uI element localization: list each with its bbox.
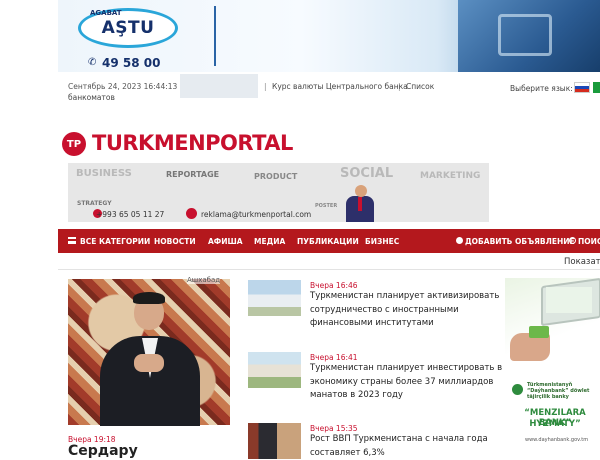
bank-side-ad[interactable]: Türkmenistanyň “Daýhanbank” döwlet täjir… [505, 278, 600, 450]
ad-email: reklama@turkmenportal.com [201, 210, 312, 219]
ad-word-business: BUSINESS [76, 168, 132, 179]
news-thumbnail[interactable] [248, 352, 301, 388]
russian-flag-icon[interactable] [574, 82, 590, 93]
bank-card-icon [529, 326, 549, 338]
separator: | [398, 82, 401, 91]
news-thumbnail[interactable] [248, 423, 301, 459]
news-title[interactable]: Туркменистан планирует активизировать со… [310, 290, 516, 331]
featured-title[interactable]: Сердару [68, 443, 138, 459]
ad-word-strategy: STRATEGY [77, 200, 112, 207]
banner-logo-small: AGABAT [90, 9, 122, 17]
ad-word-poster: POSTER [315, 203, 338, 209]
atm-list-link-cont[interactable]: банкоматов [68, 93, 115, 102]
featured-person-hands [134, 354, 164, 372]
ad-phone: +993 65 05 11 27 [96, 210, 165, 219]
news-time: Вчера 16:46 [310, 281, 358, 290]
news-thumbnail[interactable] [248, 280, 301, 316]
show-filter-button[interactable]: Показать [564, 257, 600, 267]
news-time: Вчера 16:41 [310, 353, 358, 362]
ad-man-head [355, 185, 367, 197]
phone-icon: ✆ [88, 57, 97, 68]
ad-word-product: PRODUCT [254, 172, 298, 181]
nav-media[interactable]: МЕДИА [254, 237, 285, 246]
banner-phone: 49 58 00 [102, 56, 161, 70]
nav-publications[interactable]: ПУБЛИКАЦИИ [297, 237, 359, 246]
top-banner-ad[interactable]: AŞTU AGABAT ✆ 49 58 00 [58, 0, 600, 72]
news-time: Вчера 15:35 [310, 424, 358, 433]
ad-word-reportage: REPORTAGE [166, 170, 220, 179]
ad-word-social: SOCIAL [340, 166, 394, 181]
plus-icon[interactable] [456, 237, 463, 244]
nav-search[interactable]: ПОИСК [578, 237, 600, 246]
site-logo[interactable]: TURKMENPORTAL [92, 131, 293, 155]
bank-slogan-2: HYZMATY” [529, 419, 581, 429]
bank-logo-icon [512, 384, 523, 395]
featured-location-tag[interactable]: Ашхабад [187, 276, 221, 284]
nav-add-listing[interactable]: ДОБАВИТЬ ОБЪЯВЛЕНИЕ [465, 237, 575, 246]
bank-name: Türkmenistanyň “Daýhanbank” döwlet täjir… [527, 382, 590, 400]
current-datetime: Сентябрь 24, 2023 16:44:13 [68, 82, 178, 91]
search-icon[interactable] [569, 237, 576, 244]
laptop-screen [546, 287, 592, 313]
nav-afisha[interactable]: АФИША [208, 237, 243, 246]
ad-word-marketing: MARKETING [420, 171, 481, 181]
weather-widget-placeholder [180, 74, 258, 98]
main-navigation: ВСЕ КАТЕГОРИИ НОВОСТИ АФИША МЕДИА ПУБЛИК… [58, 229, 600, 253]
turkmen-flag-icon[interactable] [593, 82, 600, 93]
advertising-banner[interactable]: BUSINESS REPORTAGE PRODUCT SOCIAL MARKET… [68, 163, 489, 222]
featured-person-hair [133, 292, 165, 304]
separator: | [264, 82, 267, 91]
nav-business[interactable]: БИЗНЕС [365, 237, 399, 246]
nav-all-categories[interactable]: ВСЕ КАТЕГОРИИ [80, 237, 150, 246]
lock-icon [498, 14, 552, 56]
atm-list-link[interactable]: Список [406, 82, 434, 91]
banner-logo-text: AŞTU [101, 18, 155, 38]
divider [58, 269, 600, 270]
nav-news[interactable]: НОВОСТИ [154, 237, 196, 246]
exchange-rate-link[interactable]: Курс валюты Центрального банка [272, 82, 408, 91]
news-title[interactable]: Рост ВВП Туркменистана с начала года сос… [310, 433, 516, 460]
menu-icon[interactable] [68, 237, 76, 244]
info-bar: Сентябрь 24, 2023 16:44:13 | Курс валюты… [58, 73, 600, 105]
news-title[interactable]: Туркменистан планирует инвестировать в э… [310, 362, 516, 403]
ad-man-tie [358, 197, 362, 211]
mail-icon [186, 208, 197, 219]
bank-url[interactable]: www.dayhanbank.gov.tm [525, 437, 588, 443]
turkmenportal-logo-icon[interactable]: TP [62, 132, 86, 156]
banner-divider [214, 6, 216, 66]
language-label: Выберите язык: [510, 84, 573, 93]
